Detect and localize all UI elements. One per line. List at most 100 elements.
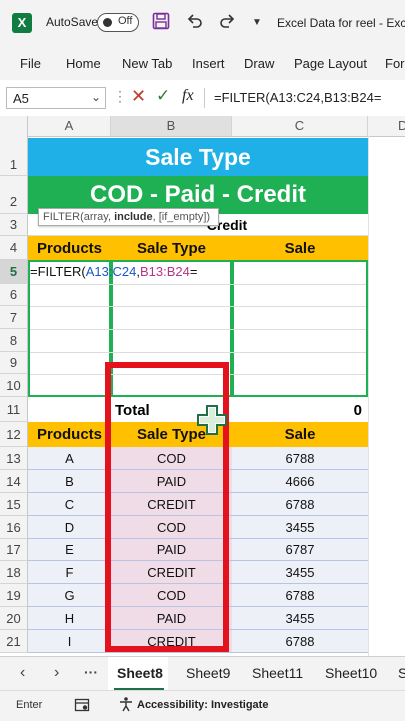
table-cell-sale[interactable]: 6788 bbox=[232, 584, 368, 607]
table-cell-sale[interactable]: 6788 bbox=[232, 447, 368, 470]
ribbon-menu: File Home New Tab Insert Draw Page Layou… bbox=[0, 46, 405, 81]
row-header-7[interactable]: 7 bbox=[0, 306, 28, 329]
row-header-18[interactable]: 18 bbox=[0, 561, 28, 584]
cancel-icon[interactable]: ✕ bbox=[131, 86, 146, 107]
title-sale-type[interactable]: Sale Type bbox=[28, 138, 368, 176]
table-cell-product[interactable]: D bbox=[28, 516, 111, 539]
formula-input[interactable]: =FILTER(A13:C24,B13:B24= bbox=[214, 90, 381, 105]
column-header-c[interactable]: C bbox=[232, 116, 368, 136]
header-sale[interactable]: Sale bbox=[232, 236, 368, 260]
table-header-products[interactable]: Products bbox=[28, 422, 111, 447]
table-header-sale[interactable]: Sale bbox=[232, 422, 368, 447]
tab-sheet10[interactable]: Sheet10 bbox=[325, 665, 377, 681]
table-cell-product[interactable]: C bbox=[28, 493, 111, 516]
menu-insert[interactable]: Insert bbox=[192, 56, 225, 71]
row-header-11[interactable]: 11 bbox=[0, 397, 28, 422]
header-products[interactable]: Products bbox=[28, 236, 111, 260]
accessibility-icon[interactable] bbox=[118, 696, 134, 717]
autosave-label: AutoSave bbox=[46, 15, 99, 29]
table-cell-product[interactable]: I bbox=[28, 630, 111, 653]
select-all-corner[interactable] bbox=[0, 116, 28, 136]
enter-icon[interactable]: ✓ bbox=[156, 86, 170, 106]
formula-bar: A5 ⌄ ⋮ ✕ ✓ fx =FILTER(A13:C24,B13:B24= bbox=[0, 80, 405, 117]
excel-logo-icon: X bbox=[12, 13, 32, 33]
menu-draw[interactable]: Draw bbox=[244, 56, 274, 71]
chevron-left-icon[interactable]: ‹ bbox=[20, 664, 25, 682]
row-header-13[interactable]: 13 bbox=[0, 447, 28, 470]
more-options-icon[interactable]: ⋮ bbox=[113, 88, 127, 105]
tooltip-suffix: , [if_empty]) bbox=[152, 211, 211, 223]
row-header-20[interactable]: 20 bbox=[0, 607, 28, 630]
autosave-toggle[interactable]: Off bbox=[97, 13, 139, 32]
menu-page-layout[interactable]: Page Layout bbox=[294, 56, 367, 71]
menu-new-tab[interactable]: New Tab bbox=[122, 56, 172, 71]
cell-a5-editing[interactable]: =FILTER(A13:C24,B13:B24= bbox=[30, 264, 197, 279]
formula-suffix: = bbox=[189, 264, 198, 279]
row-header-6[interactable]: 6 bbox=[0, 284, 28, 306]
table-cell-product[interactable]: H bbox=[28, 607, 111, 630]
table-cell-sale[interactable]: 3455 bbox=[232, 516, 368, 539]
row-header-8[interactable]: 8 bbox=[0, 329, 28, 352]
row-header-15[interactable]: 15 bbox=[0, 493, 28, 516]
tooltip-prefix: FILTER(array, bbox=[43, 211, 115, 223]
menu-home[interactable]: Home bbox=[66, 56, 101, 71]
more-sheets-icon[interactable]: ··· bbox=[84, 664, 98, 680]
row-header-2[interactable]: 2 bbox=[0, 176, 28, 214]
table-cell-product[interactable]: B bbox=[28, 470, 111, 493]
row-header-9[interactable]: 9 bbox=[0, 352, 28, 374]
column-header-a[interactable]: A bbox=[28, 116, 111, 136]
gridline bbox=[368, 136, 369, 656]
save-icon[interactable] bbox=[152, 12, 170, 35]
row-header-12[interactable]: 12 bbox=[0, 422, 28, 447]
row-header-3[interactable]: 3 bbox=[0, 214, 28, 236]
menu-file[interactable]: File bbox=[20, 56, 41, 71]
table-cell-sale[interactable]: 4666 bbox=[232, 470, 368, 493]
toggle-knob bbox=[103, 18, 112, 27]
tab-more[interactable]: S bbox=[398, 665, 405, 681]
table-cell-sale[interactable]: 6788 bbox=[232, 493, 368, 516]
accessibility-status[interactable]: Accessibility: Investigate bbox=[137, 699, 268, 711]
gridline bbox=[30, 329, 366, 330]
formula-ref-2: B13:B24 bbox=[139, 264, 190, 279]
row-header-4[interactable]: 4 bbox=[0, 236, 28, 260]
divider bbox=[204, 88, 205, 108]
tooltip-current-arg: include bbox=[114, 211, 153, 223]
chevron-right-icon[interactable]: › bbox=[54, 664, 59, 682]
column-header-d[interactable]: D bbox=[368, 116, 405, 136]
name-box[interactable]: A5 ⌄ bbox=[6, 87, 106, 109]
menu-formulas[interactable]: For bbox=[385, 56, 405, 71]
undo-icon[interactable] bbox=[186, 12, 204, 35]
table-cell-sale[interactable]: 3455 bbox=[232, 561, 368, 584]
redo-icon[interactable] bbox=[218, 12, 236, 35]
row-header-5[interactable]: 5 bbox=[0, 260, 28, 284]
header-sale-type[interactable]: Sale Type bbox=[111, 236, 232, 260]
row-header-21[interactable]: 21 bbox=[0, 630, 28, 653]
row-header-16[interactable]: 16 bbox=[0, 516, 28, 539]
macro-record-icon[interactable] bbox=[74, 697, 90, 718]
row-header-17[interactable]: 17 bbox=[0, 539, 28, 561]
tab-sheet9[interactable]: Sheet9 bbox=[186, 665, 230, 681]
row-header-1[interactable]: 1 bbox=[0, 136, 28, 176]
gridline bbox=[30, 284, 366, 285]
chevron-down-icon[interactable]: ⌄ bbox=[91, 90, 101, 104]
column-header-b[interactable]: B bbox=[111, 116, 232, 136]
cell-cursor-icon bbox=[197, 405, 227, 435]
table-cell-sale[interactable]: 3455 bbox=[232, 607, 368, 630]
row-header-14[interactable]: 14 bbox=[0, 470, 28, 493]
worksheet-grid[interactable]: A B C D 1 2 3 4 5 6 7 8 9 10 11 12 13 14… bbox=[0, 116, 405, 656]
function-tooltip[interactable]: FILTER(array, include, [if_empty]) bbox=[38, 208, 219, 226]
table-cell-sale[interactable]: 6787 bbox=[232, 539, 368, 561]
customize-toolbar-icon[interactable]: ▼ bbox=[252, 17, 262, 28]
table-cell-product[interactable]: E bbox=[28, 539, 111, 561]
tab-sheet8[interactable]: Sheet8 bbox=[117, 665, 163, 681]
table-cell-product[interactable]: F bbox=[28, 561, 111, 584]
tab-sheet11[interactable]: Sheet11 bbox=[252, 665, 303, 681]
total-value[interactable]: 0 bbox=[232, 399, 366, 422]
status-bar: Enter Accessibility: Investigate bbox=[0, 690, 405, 721]
table-cell-product[interactable]: A bbox=[28, 447, 111, 470]
table-cell-sale[interactable]: 6788 bbox=[232, 630, 368, 653]
row-header-10[interactable]: 10 bbox=[0, 374, 28, 397]
table-cell-product[interactable]: G bbox=[28, 584, 111, 607]
row-header-19[interactable]: 19 bbox=[0, 584, 28, 607]
insert-function-icon[interactable]: fx bbox=[182, 87, 194, 105]
